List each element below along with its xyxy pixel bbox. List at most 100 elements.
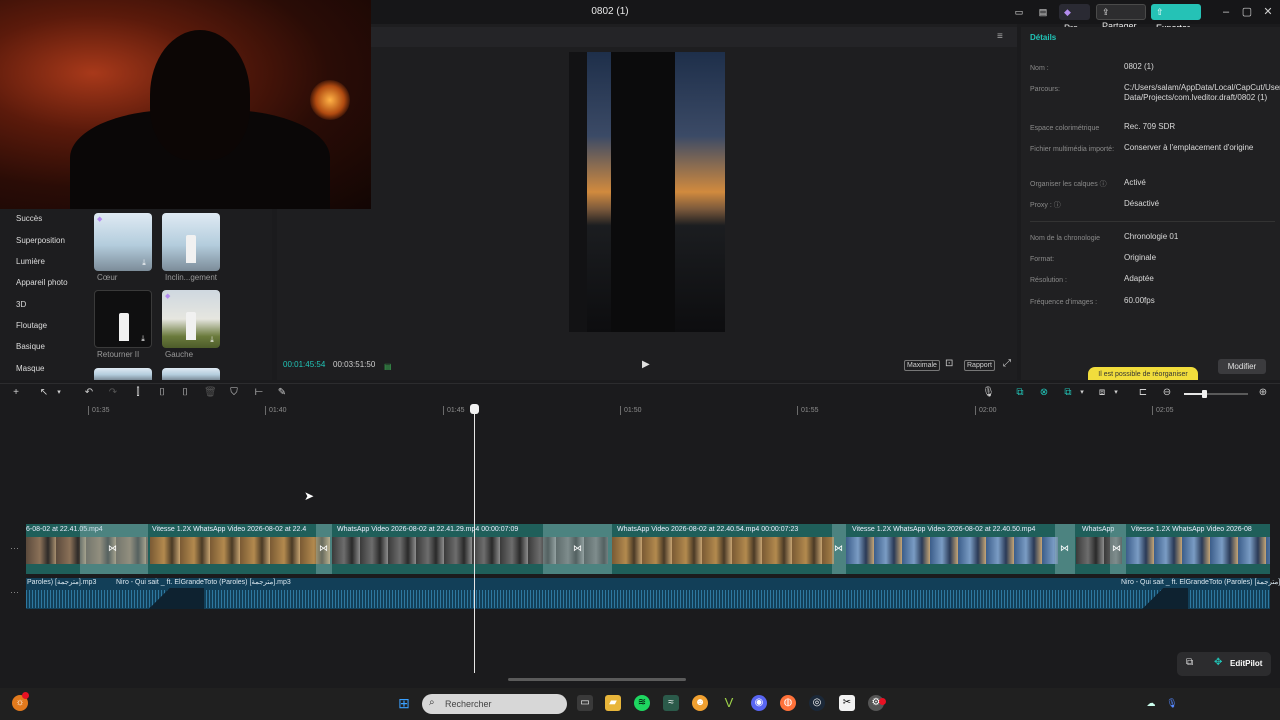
task-view-icon[interactable]: ▭ [577, 695, 593, 711]
zoom-in-icon[interactable]: ⊕ [1257, 387, 1269, 399]
shield-icon[interactable]: ⛉ [228, 387, 240, 399]
clip-thumbnails[interactable] [1126, 537, 1270, 564]
effect-thumb-heart[interactable]: ◆ ⤓ [94, 213, 152, 271]
timeline-toolbar [0, 383, 1280, 403]
pro-button[interactable]: ◆ Pro [1059, 4, 1090, 33]
audio-clip-label[interactable]: Niro - Qui sait _ ft. ElGrandeToto (Paro… [116, 578, 291, 588]
freeze-icon[interactable]: ⊢ [253, 387, 265, 399]
category-3d[interactable]: 3D [16, 300, 26, 309]
caption-icon[interactable]: ⊏ [1137, 387, 1149, 399]
feedback-icon[interactable]: ⧉ [1186, 657, 1193, 668]
windows-start-icon[interactable]: ⊞ [396, 695, 412, 711]
track-options-icon[interactable]: ⋯ [10, 543, 19, 554]
reorganize-tooltip[interactable]: Il est possible de réorganiser [1088, 367, 1198, 380]
share-button[interactable]: ⇪ Partager [1096, 4, 1146, 31]
ratio-button[interactable]: Rapport [964, 360, 995, 371]
vim-icon[interactable]: V [721, 695, 737, 711]
export-icon: ⇧ [1156, 7, 1164, 17]
layout-icon[interactable]: ▭ [1012, 4, 1026, 20]
category-camera[interactable]: Appareil photo [16, 278, 68, 287]
taskbar-search[interactable] [422, 694, 567, 714]
editpilot-label: EditPilot [1230, 659, 1263, 668]
effect-thumb[interactable] [94, 368, 152, 380]
search-placeholder: Rechercher [445, 699, 492, 709]
clip-label[interactable]: Vitesse 1.2X WhatsApp Video 2026-08 [1131, 524, 1270, 536]
modify-button[interactable]: Modifier [1218, 359, 1266, 374]
clip-thumbnails[interactable] [150, 537, 330, 564]
category-mask[interactable]: Masque [16, 364, 44, 373]
firefox-icon[interactable]: ◍ [780, 695, 796, 711]
magnet-icon[interactable]: ⊗ [1038, 387, 1050, 399]
effect-thumb-tilt[interactable] [162, 213, 220, 271]
detail-value: 0802 (1) [1124, 62, 1154, 71]
video-preview[interactable] [569, 52, 725, 332]
shortcuts-icon[interactable]: ▤ [1036, 4, 1050, 20]
audio-fade [1118, 588, 1188, 609]
menu-icon[interactable]: ≡ [997, 31, 1003, 42]
zoom-out-icon[interactable]: ⊖ [1161, 387, 1173, 399]
chevron-down-icon[interactable]: ▾ [1110, 387, 1122, 399]
effect-thumb-flip[interactable]: ⤓ [94, 290, 152, 348]
window-frame [569, 52, 587, 332]
network-icon[interactable]: ☁ [1145, 695, 1157, 711]
microphone-icon[interactable]: 🎙 [982, 387, 995, 399]
steam-icon[interactable]: ◎ [809, 695, 825, 711]
chevron-down-icon[interactable]: ▾ [53, 387, 65, 399]
track-options-icon[interactable]: ⋯ [10, 587, 19, 598]
category-light[interactable]: Lumière [16, 257, 45, 266]
clip-label[interactable]: WhatsApp Video 2026-08-02 at 22.40.54.mp… [617, 524, 832, 536]
file-explorer-icon[interactable]: ▰ [605, 695, 621, 711]
maximize-icon[interactable]: ▢ [1240, 5, 1254, 19]
spotify-icon[interactable]: ≋ [634, 695, 650, 711]
microphone-tray-icon[interactable]: 🎙 [1166, 695, 1178, 711]
lamp-glow [310, 80, 350, 120]
link-chain-icon[interactable]: ⧉ [1062, 387, 1074, 399]
category-overlay[interactable]: Superposition [16, 236, 65, 245]
trim-left-icon[interactable]: ⌷ [156, 387, 168, 399]
app-icon[interactable]: ≈ [663, 695, 679, 711]
add-track-icon[interactable]: + [10, 387, 22, 399]
effect-thumb[interactable] [162, 368, 220, 380]
effect-thumb-left[interactable]: ◆ ⤓ [162, 290, 220, 348]
ruler-tick: 01:55 [797, 406, 819, 415]
preview-axis-icon[interactable]: ⧈ [1096, 387, 1108, 399]
detail-label: Parcours: [1030, 86, 1060, 93]
effect-caption: Inclin...gement [165, 273, 218, 282]
redo-icon[interactable]: ↷ [107, 387, 119, 399]
edit-icon[interactable]: ✎ [276, 387, 288, 399]
playhead[interactable] [474, 410, 475, 673]
category-blur[interactable]: Floutage [16, 321, 47, 330]
chevron-down-icon[interactable]: ▾ [1076, 387, 1088, 399]
windmill-icon [186, 235, 196, 263]
timeline-scrollbar[interactable] [508, 678, 686, 681]
play-icon[interactable]: ▶ [642, 359, 654, 371]
game-icon[interactable]: ☻ [692, 695, 708, 711]
split-icon[interactable]: ⫿ [132, 387, 144, 399]
download-icon: ⤓ [142, 258, 146, 267]
fullscreen-icon[interactable]: ⤢ [1003, 358, 1011, 369]
maximize-button[interactable]: Maximale [904, 360, 940, 371]
category-basic[interactable]: Basique [16, 342, 45, 351]
export-button[interactable]: ⇧ Exporter [1151, 4, 1201, 33]
zoom-slider-fill [1184, 393, 1204, 395]
clip-thumbnails[interactable] [846, 537, 1058, 564]
delete-icon[interactable]: 🗑 [204, 387, 217, 399]
clip-label[interactable]: Vitesse 1.2X WhatsApp Video 2026-08-02 a… [152, 524, 327, 536]
playhead-handle[interactable] [470, 404, 479, 414]
detail-label: Nom : [1030, 65, 1049, 72]
clip-label[interactable]: Vitesse 1.2X WhatsApp Video 2026-08-02 a… [852, 524, 1062, 536]
snapshot-icon[interactable]: ⊡ [945, 358, 953, 369]
zoom-slider-handle[interactable] [1202, 390, 1207, 398]
undo-icon[interactable]: ↶ [83, 387, 95, 399]
audio-clip-label[interactable]: Paroles) [مترجمة].mp3 [27, 578, 96, 588]
link-icon[interactable]: ⧉ [1014, 387, 1026, 399]
clip-thumbnails[interactable] [612, 537, 834, 564]
trim-right-icon[interactable]: ⌷ [179, 387, 191, 399]
discord-icon[interactable]: ◉ [751, 695, 767, 711]
audio-clip-label[interactable]: Niro - Qui sait _ ft. ElGrandeToto (Paro… [1121, 578, 1280, 588]
minimize-icon[interactable]: – [1219, 5, 1233, 19]
select-tool-icon[interactable]: ↖ [38, 387, 50, 399]
close-icon[interactable]: ✕ [1261, 5, 1275, 19]
category-success[interactable]: Succès [16, 214, 42, 223]
capcut-icon[interactable]: ✂ [839, 695, 855, 711]
